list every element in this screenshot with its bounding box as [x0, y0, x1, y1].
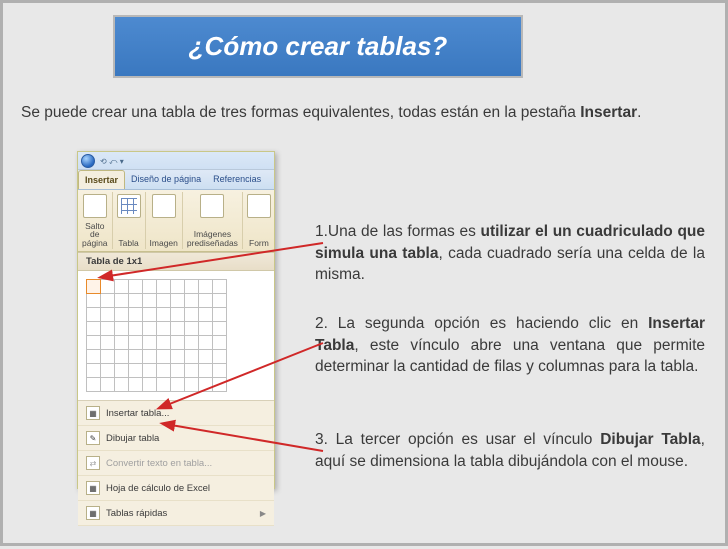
slide-title: ¿Cómo crear tablas?	[113, 15, 523, 78]
excel-icon: ▦	[86, 481, 100, 495]
convert-icon: ⇄	[86, 456, 100, 470]
explain-1: 1.Una de las formas es utilizar el un cu…	[315, 221, 705, 286]
group-clipart-l2: prediseñadas	[187, 238, 238, 248]
menu-dibujar-tabla-label: Dibujar tabla	[106, 433, 159, 444]
group-form-label: Form	[249, 239, 269, 248]
group-salto-l1: Salto de	[85, 221, 104, 240]
intro-pre: Se puede crear una tabla de tres formas …	[21, 104, 580, 121]
group-imagen[interactable]: Imagen	[146, 192, 183, 249]
intro-post: .	[637, 104, 641, 121]
tab-diseno[interactable]: Diseño de página	[125, 170, 207, 189]
office-orb-icon	[81, 154, 95, 168]
group-tabla-label: Tabla	[118, 239, 138, 248]
page-break-icon	[83, 194, 107, 218]
group-imagen-label: Imagen	[150, 239, 178, 248]
pencil-icon: ✎	[86, 431, 100, 445]
dropdown-header: Tabla de 1x1	[78, 252, 274, 271]
menu-insertar-tabla[interactable]: ▦ Insertar tabla...	[78, 401, 274, 426]
qat-controls: ⟲ ⤺ ▾	[100, 157, 124, 167]
clipart-icon	[200, 194, 224, 218]
group-form[interactable]: Form	[243, 192, 275, 249]
p2c: , este vínculo abre una ventana que perm…	[315, 337, 705, 376]
word-screenshot: ⟲ ⤺ ▾ Insertar Diseño de página Referenc…	[77, 151, 275, 489]
intro-text: Se puede crear una tabla de tres formas …	[21, 103, 705, 124]
p3b: Dibujar Tabla	[600, 431, 700, 448]
p3a: 3. La tercer opción es usar el vínculo	[315, 431, 600, 448]
menu-convertir-texto: ⇄ Convertir texto en tabla...	[78, 451, 274, 476]
p1a: 1.Una de las formas es	[315, 223, 481, 240]
menu-dibujar-tabla[interactable]: ✎ Dibujar tabla	[78, 426, 274, 451]
ribbon-tabs: Insertar Diseño de página Referencias	[78, 170, 274, 190]
tab-referencias[interactable]: Referencias	[207, 170, 267, 189]
menu-tablas-rapidas[interactable]: ▦ Tablas rápidas ▶	[78, 501, 274, 526]
explain-3: 3. La tercer opción es usar el vínculo D…	[315, 429, 705, 472]
table-grid[interactable]	[78, 271, 274, 400]
shapes-icon	[247, 194, 271, 218]
quick-tables-icon: ▦	[86, 506, 100, 520]
grid-icon: ▦	[86, 406, 100, 420]
group-clipart[interactable]: Imágenesprediseñadas	[183, 192, 243, 249]
image-icon	[152, 194, 176, 218]
ribbon-groups: Salto depágina Tabla Imagen Imágenespred…	[78, 190, 274, 252]
explain-2: 2. La segunda opción es haciendo clic en…	[315, 313, 705, 378]
intro-bold: Insertar	[580, 104, 637, 121]
p2a: 2. La segunda opción es haciendo clic en	[315, 315, 648, 332]
table-icon	[117, 194, 141, 218]
quick-access-toolbar: ⟲ ⤺ ▾	[78, 152, 274, 170]
chevron-right-icon: ▶	[260, 509, 266, 518]
group-salto-l2: página	[82, 238, 108, 248]
tab-insertar[interactable]: Insertar	[78, 170, 125, 189]
menu-hoja-excel[interactable]: ▦ Hoja de cálculo de Excel	[78, 476, 274, 501]
table-menu: ▦ Insertar tabla... ✎ Dibujar tabla ⇄ Conve…	[78, 400, 274, 526]
group-salto[interactable]: Salto depágina	[78, 192, 113, 249]
group-tabla[interactable]: Tabla	[113, 192, 146, 249]
menu-tablas-rapidas-label: Tablas rápidas	[106, 508, 167, 519]
menu-convertir-texto-label: Convertir texto en tabla...	[106, 458, 212, 469]
menu-hoja-excel-label: Hoja de cálculo de Excel	[106, 483, 210, 494]
menu-insertar-tabla-label: Insertar tabla...	[106, 408, 169, 419]
